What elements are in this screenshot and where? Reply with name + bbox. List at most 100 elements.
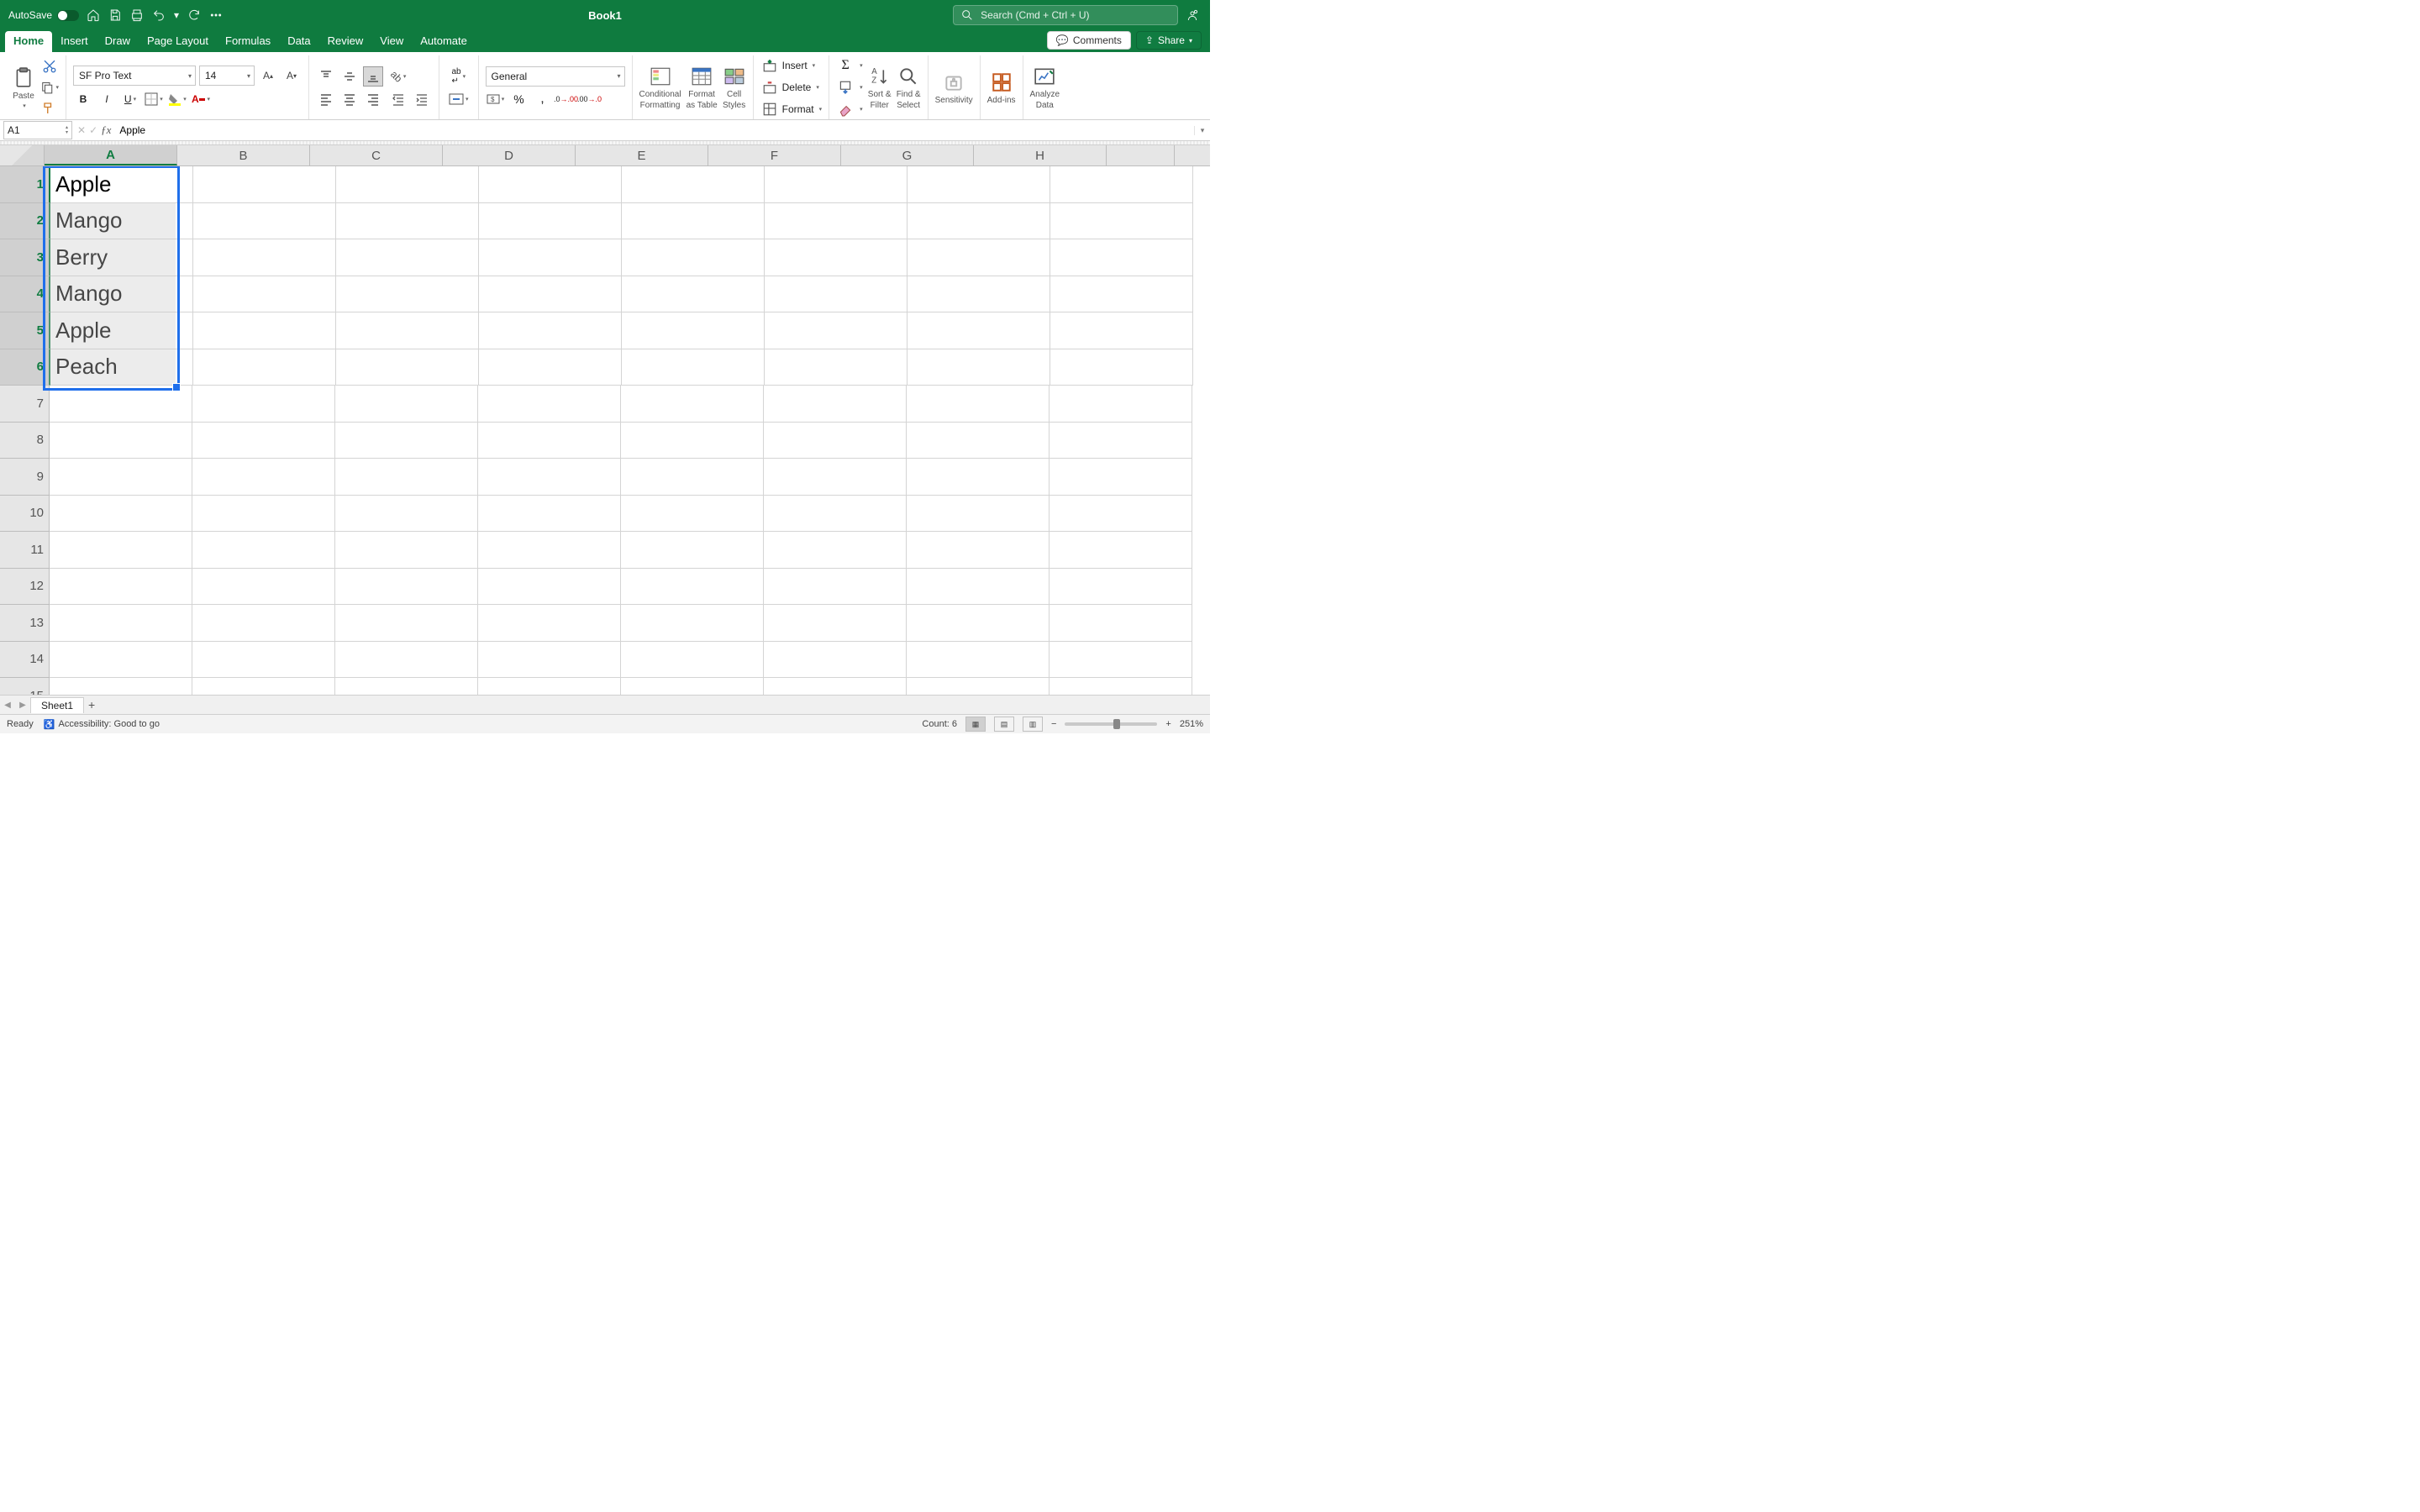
cell-D4[interactable] (479, 276, 622, 313)
column-header-E[interactable]: E (576, 145, 708, 165)
print-icon[interactable] (129, 8, 145, 23)
cell-H13[interactable] (1050, 605, 1192, 642)
zoom-slider[interactable] (1065, 722, 1157, 726)
cell-A5[interactable]: Apple (50, 312, 193, 349)
cell-B3[interactable] (193, 239, 336, 276)
cell-H11[interactable] (1050, 532, 1192, 569)
cell-F4[interactable] (765, 276, 908, 313)
zoom-in-button[interactable]: + (1165, 719, 1171, 729)
chevron-down-icon[interactable]: ▾ (23, 102, 26, 109)
cell-C1[interactable] (336, 166, 479, 203)
cell-A1[interactable]: Apple (50, 166, 193, 203)
row-header-11[interactable]: 11 (0, 532, 50, 569)
cell-C5[interactable] (336, 312, 479, 349)
column-header-A[interactable]: A (45, 145, 177, 165)
cut-icon[interactable] (40, 57, 59, 76)
cell-H9[interactable] (1050, 459, 1192, 496)
cell-E4[interactable] (622, 276, 765, 313)
font-name-combo[interactable]: SF Pro Text (73, 66, 196, 86)
row-header-13[interactable]: 13 (0, 605, 50, 642)
cell-B14[interactable] (192, 642, 335, 679)
cell-B11[interactable] (192, 532, 335, 569)
format-cells-button[interactable]: Format▾ (760, 100, 823, 118)
accessibility-status[interactable]: Accessibility: Good to go (59, 719, 160, 729)
undo-dropdown-icon[interactable]: ▾ (173, 8, 180, 23)
cell-D7[interactable] (478, 386, 621, 423)
cell-F14[interactable] (764, 642, 907, 679)
cell-C6[interactable] (336, 349, 479, 386)
cell-E2[interactable] (622, 203, 765, 240)
column-header-H[interactable]: H (974, 145, 1107, 165)
align-center-icon[interactable] (339, 89, 360, 109)
tab-home[interactable]: Home (5, 31, 52, 52)
more-icon[interactable] (208, 8, 224, 23)
cell-G12[interactable] (907, 569, 1050, 606)
cell-E6[interactable] (622, 349, 765, 386)
cell-H2[interactable] (1050, 203, 1193, 240)
comma-button[interactable]: , (533, 89, 553, 109)
tab-review[interactable]: Review (319, 31, 372, 52)
cell-A12[interactable] (50, 569, 192, 606)
cell-B15[interactable] (192, 678, 335, 695)
cell-H8[interactable] (1050, 423, 1192, 459)
cell-G15[interactable] (907, 678, 1050, 695)
number-format-combo[interactable]: General (486, 66, 625, 87)
delete-cells-button[interactable]: Delete▾ (760, 78, 823, 97)
autosum-button[interactable]: Σ▾ (836, 56, 863, 75)
name-box[interactable]: A1 ▴▾ (3, 121, 72, 139)
cell-A7[interactable] (50, 386, 192, 423)
tab-insert[interactable]: Insert (52, 31, 97, 52)
row-header-6[interactable]: 6 (0, 349, 50, 386)
cell-D2[interactable] (479, 203, 622, 240)
increase-font-icon[interactable]: A▴ (258, 66, 278, 86)
cell-A10[interactable] (50, 496, 192, 533)
cell-E12[interactable] (621, 569, 764, 606)
increase-indent-icon[interactable] (412, 89, 432, 109)
tab-draw[interactable]: Draw (97, 31, 139, 52)
cell-A4[interactable]: Mango (50, 276, 193, 313)
cell-H10[interactable] (1050, 496, 1192, 533)
row-header-5[interactable]: 5 (0, 312, 50, 349)
row-header-12[interactable]: 12 (0, 569, 50, 606)
cell-F11[interactable] (764, 532, 907, 569)
orientation-button[interactable]: ab▾ (388, 66, 408, 87)
row-header-9[interactable]: 9 (0, 459, 50, 496)
cell-H15[interactable] (1050, 678, 1192, 695)
cell-H12[interactable] (1050, 569, 1192, 606)
cell-G13[interactable] (907, 605, 1050, 642)
cell-E11[interactable] (621, 532, 764, 569)
wrap-text-button[interactable]: ab↵▾ (446, 66, 471, 87)
cell-E14[interactable] (621, 642, 764, 679)
row-header-8[interactable]: 8 (0, 423, 50, 459)
cell-G14[interactable] (907, 642, 1050, 679)
sheet-nav-next-icon[interactable]: ▶ (15, 701, 30, 710)
align-top-icon[interactable] (316, 66, 336, 87)
cell-D14[interactable] (478, 642, 621, 679)
column-header-C[interactable]: C (310, 145, 443, 165)
cell-E1[interactable] (622, 166, 765, 203)
row-header-2[interactable]: 2 (0, 203, 50, 240)
cell-A6[interactable]: Peach (50, 349, 193, 386)
cell-C9[interactable] (335, 459, 478, 496)
decrease-decimal-icon[interactable]: .00→.0 (580, 89, 600, 109)
bold-button[interactable]: B (73, 89, 93, 109)
cell-F7[interactable] (764, 386, 907, 423)
font-size-combo[interactable]: 14 (199, 66, 255, 86)
column-header-F[interactable]: F (708, 145, 841, 165)
search-input[interactable] (979, 8, 1171, 22)
cell-H6[interactable] (1050, 349, 1193, 386)
cell-F12[interactable] (764, 569, 907, 606)
align-right-icon[interactable] (363, 89, 383, 109)
format-as-table-button[interactable]: Format as Table (687, 65, 718, 110)
cell-C14[interactable] (335, 642, 478, 679)
cell-C4[interactable] (336, 276, 479, 313)
cell-C10[interactable] (335, 496, 478, 533)
cell-F6[interactable] (765, 349, 908, 386)
cell-B8[interactable] (192, 423, 335, 459)
cell-H7[interactable] (1050, 386, 1192, 423)
cell-C15[interactable] (335, 678, 478, 695)
cell-C13[interactable] (335, 605, 478, 642)
cell-H14[interactable] (1050, 642, 1192, 679)
tab-automate[interactable]: Automate (412, 31, 476, 52)
cell-B10[interactable] (192, 496, 335, 533)
